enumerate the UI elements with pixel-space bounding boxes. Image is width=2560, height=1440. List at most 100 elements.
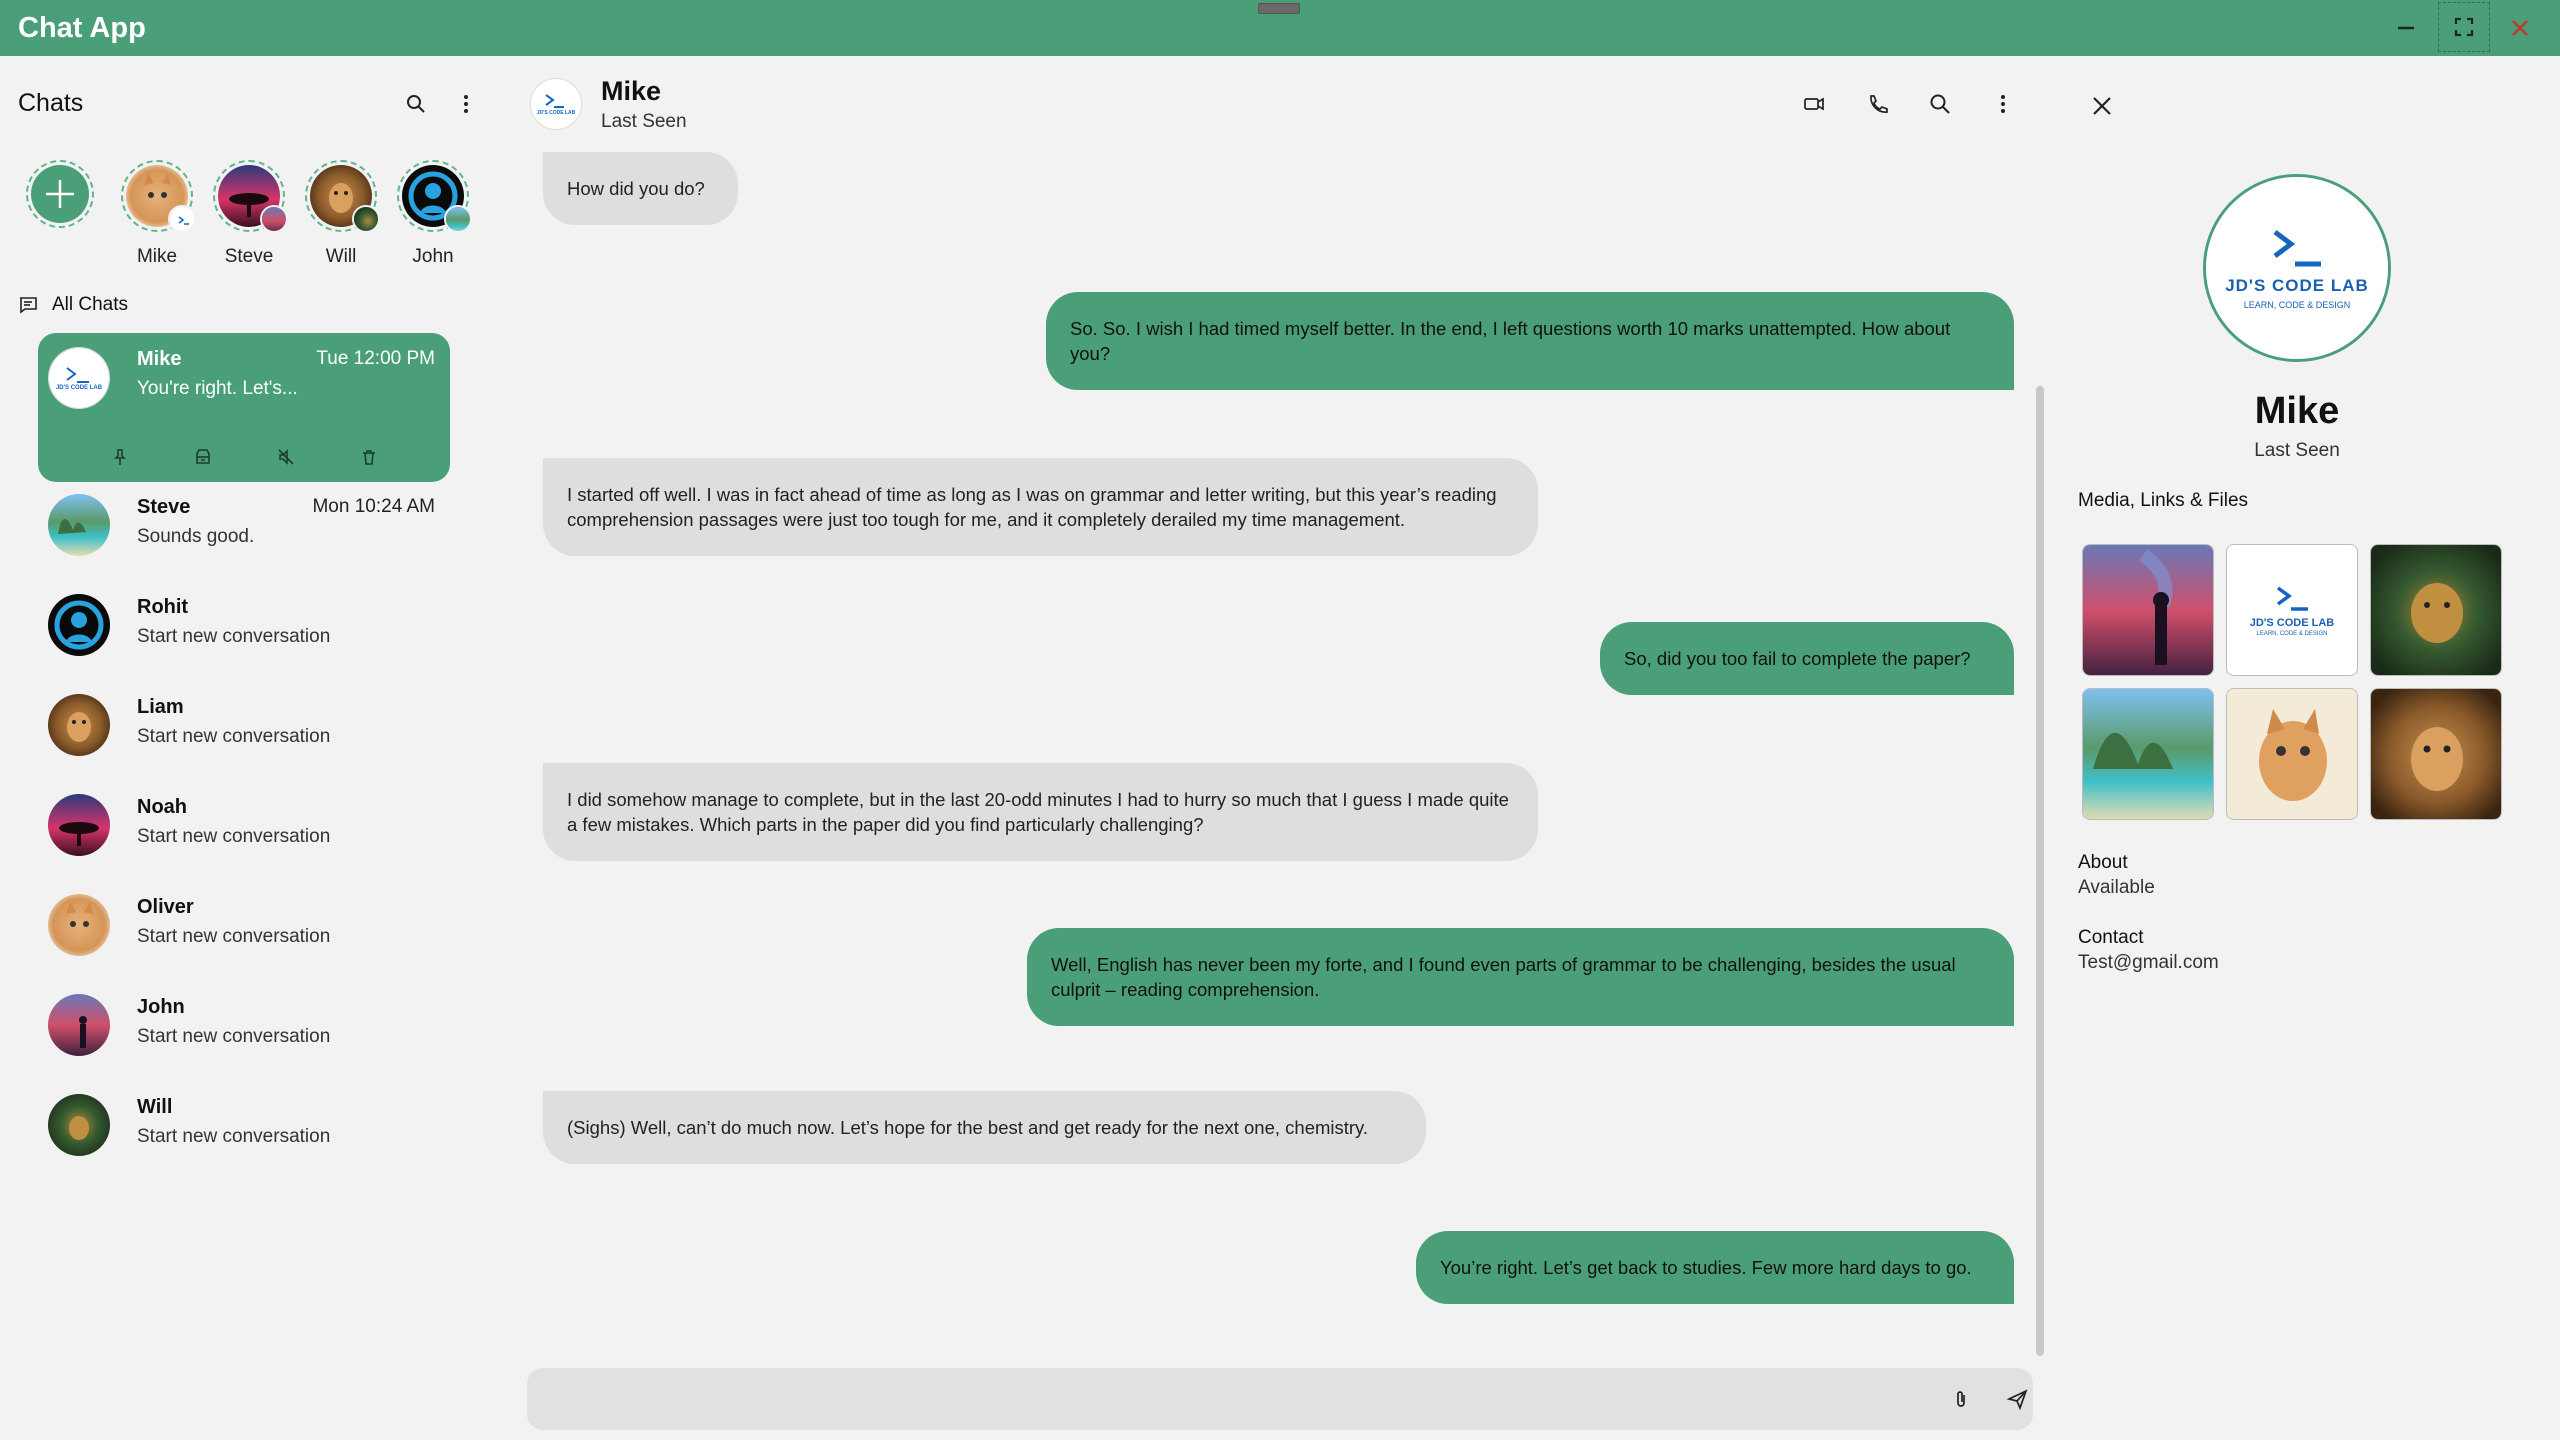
- archive-icon: [195, 449, 210, 464]
- drag-handle[interactable]: [1258, 3, 1300, 14]
- chat-row-will[interactable]: Will Start new conversation: [38, 1082, 450, 1170]
- message-incoming: How did you do?: [543, 152, 738, 225]
- chat-row-actions: [38, 433, 450, 481]
- contact-status: Last Seen: [601, 111, 687, 132]
- chat-name: Liam: [137, 696, 184, 718]
- message-outgoing: So, did you too fail to complete the pap…: [1600, 622, 2014, 695]
- chat-row-mike[interactable]: JD'S CODE LAB Mike Tue 12:00 PM You're r…: [38, 333, 450, 482]
- story-name: Will: [325, 246, 357, 267]
- minimize-icon: [2398, 26, 2414, 30]
- send-icon: [2006, 1389, 2028, 1410]
- message-composer: [527, 1368, 2033, 1430]
- media-thumbnail[interactable]: [2370, 688, 2502, 820]
- story-will[interactable]: Will: [305, 160, 380, 268]
- avatar: [48, 694, 110, 756]
- all-chats-filter[interactable]: All Chats: [18, 294, 128, 316]
- messages-scrollbar[interactable]: [2036, 386, 2044, 1356]
- lion-image: [48, 694, 110, 756]
- code-lab-logo-icon: [2273, 230, 2321, 267]
- search-chats-button[interactable]: [400, 88, 432, 120]
- smoke-person-image: [2083, 545, 2213, 675]
- message-outgoing: Well, English has never been my forte, a…: [1027, 928, 2014, 1026]
- code-lab-logo-icon: [545, 94, 564, 108]
- delete-button[interactable]: [355, 443, 383, 471]
- conversation-menu-button[interactable]: [1985, 86, 2021, 122]
- chat-row-steve[interactable]: Steve Mon 10:24 AM Sounds good.: [38, 482, 450, 570]
- media-thumbnail[interactable]: [2226, 688, 2358, 820]
- chat-preview: Sounds good.: [137, 526, 255, 547]
- beach-image: [48, 494, 110, 556]
- logo-badge: [168, 205, 196, 233]
- plus-icon: [46, 180, 74, 208]
- message-input[interactable]: [547, 1378, 1927, 1420]
- chat-row-john[interactable]: John Start new conversation: [38, 982, 450, 1070]
- chat-name: Steve: [137, 496, 191, 518]
- media-thumbnail[interactable]: [2082, 544, 2214, 676]
- all-chats-label: All Chats: [52, 294, 129, 315]
- logo-tagline: LEARN, CODE & DESIGN: [2243, 300, 2351, 310]
- chat-row-noah[interactable]: Noah Start new conversation: [38, 782, 450, 870]
- send-button[interactable]: [2001, 1383, 2033, 1415]
- story-mike[interactable]: Mike: [121, 160, 196, 268]
- close-icon: [2512, 20, 2528, 36]
- avatar: [48, 994, 110, 1056]
- close-window-button[interactable]: [2494, 0, 2546, 56]
- chat-row-oliver[interactable]: Oliver Start new conversation: [38, 882, 450, 970]
- more-vertical-icon: [464, 95, 468, 113]
- chat-bubble-icon: [20, 297, 37, 314]
- story-john[interactable]: John: [397, 160, 472, 268]
- chat-name: Mike: [137, 348, 182, 370]
- trash-icon: [362, 450, 375, 465]
- chat-preview: You're right. Let's...: [137, 378, 298, 399]
- app-title: Chat App: [18, 12, 146, 44]
- chats-menu-button[interactable]: [450, 88, 482, 120]
- chat-time: Mon 10:24 AM: [312, 496, 435, 517]
- archive-button[interactable]: [189, 443, 217, 471]
- mute-icon: [277, 449, 294, 465]
- message-incoming: I did somehow manage to complete, but in…: [543, 763, 1538, 861]
- video-call-button[interactable]: [1796, 86, 1832, 122]
- story-name: Mike: [136, 246, 178, 267]
- voice-call-button[interactable]: [1859, 86, 1895, 122]
- video-camera-icon: [1804, 97, 1824, 111]
- chat-preview: Start new conversation: [137, 926, 331, 947]
- beach-image: [2083, 689, 2213, 819]
- chat-row-rohit[interactable]: Rohit Start new conversation: [38, 582, 450, 670]
- story-steve[interactable]: Steve: [213, 160, 288, 268]
- message-outgoing: You’re right. Let’s get back to studies.…: [1416, 1231, 2014, 1304]
- pin-icon: [113, 449, 126, 465]
- header-avatar[interactable]: JD'S CODE LAB: [530, 78, 582, 130]
- about-value: Available: [2078, 877, 2155, 898]
- chat-name: John: [137, 996, 185, 1018]
- jungle-badge: [352, 205, 380, 233]
- chat-preview: Start new conversation: [137, 626, 331, 647]
- avatar: JD'S CODE LAB: [48, 347, 110, 409]
- mute-button[interactable]: [272, 443, 300, 471]
- jungle-leopard-image: [48, 1094, 110, 1156]
- chat-preview: Start new conversation: [137, 1126, 331, 1147]
- close-panel-button[interactable]: [2082, 86, 2122, 126]
- close-icon: [2093, 97, 2111, 115]
- search-conversation-button[interactable]: [1922, 86, 1958, 122]
- media-thumbnail[interactable]: [2082, 688, 2214, 820]
- add-story-button[interactable]: [26, 160, 94, 228]
- chat-name: Oliver: [137, 896, 194, 918]
- maximize-button[interactable]: [2438, 2, 2490, 52]
- more-vertical-icon: [2001, 95, 2005, 113]
- media-thumbnail[interactable]: JD'S CODE LAB LEARN, CODE & DESIGN: [2226, 544, 2358, 676]
- chat-row-liam[interactable]: Liam Start new conversation: [38, 682, 450, 770]
- pin-button[interactable]: [106, 443, 134, 471]
- attach-button[interactable]: [1945, 1383, 1977, 1415]
- media-thumbnail[interactable]: [2370, 544, 2502, 676]
- jungle-leopard-image: [2371, 545, 2501, 675]
- user-silhouette-image: [48, 594, 110, 656]
- avatar: [48, 794, 110, 856]
- contact-value: Test@gmail.com: [2078, 952, 2219, 973]
- minimize-button[interactable]: [2380, 0, 2432, 56]
- logo-title: JD'S CODE LAB: [2249, 616, 2335, 629]
- conversation-header: JD'S CODE LAB Mike Last Seen: [520, 56, 2060, 148]
- title-bar: Chat App: [0, 0, 2560, 56]
- avatar: [48, 894, 110, 956]
- profile-picture[interactable]: JD'S CODE LAB LEARN, CODE & DESIGN: [2203, 174, 2391, 362]
- story-name: John: [412, 246, 454, 267]
